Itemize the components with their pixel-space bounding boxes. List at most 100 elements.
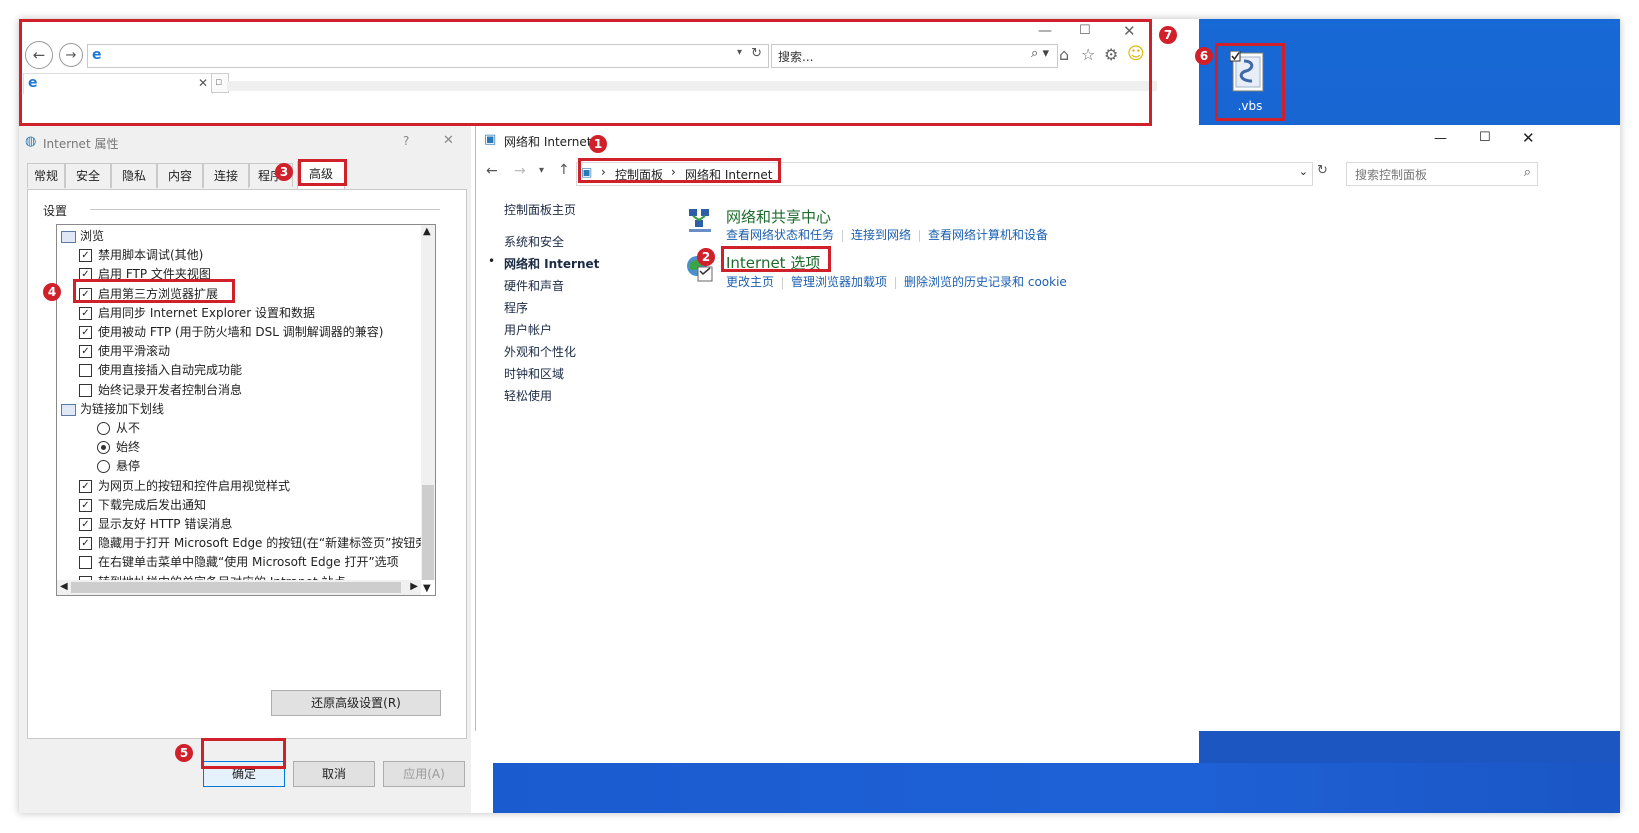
settings-row-label: 启用同步 Internet Explorer 设置和数据 <box>98 305 316 320</box>
sidebar-item[interactable]: 程序 <box>504 299 528 316</box>
dialog-close-button[interactable]: ✕ <box>443 133 454 148</box>
link-manage-addons[interactable]: 管理浏览器加载项 <box>791 275 887 289</box>
breadcrumb[interactable]: ▣ › 控制面板 › 网络和 Internet ⌄ <box>576 162 1313 186</box>
horizontal-scrollbar[interactable]: ◀ ▶ <box>57 580 421 595</box>
sidebar-item[interactable]: 硬件和声音 <box>504 277 564 294</box>
cp-close-icon[interactable]: ✕ <box>1522 129 1535 147</box>
horizontal-scroll-thumb[interactable] <box>71 582 401 593</box>
cp-search-icon[interactable]: ⌕ <box>1524 165 1531 180</box>
minimize-icon[interactable]: — <box>1038 23 1052 39</box>
settings-list[interactable]: 浏览 ✓ 禁用脚本调试(其他) ✓ 启用 FTP 文件夹视图 ✓ 启用第三方浏览器扩展 ✓ 启用… <box>56 224 436 596</box>
checkbox[interactable] <box>79 556 92 570</box>
annotation-badge-2: 2 <box>697 248 715 266</box>
maximize-icon[interactable]: ☐ <box>1079 23 1091 38</box>
cancel-button[interactable]: 取消 <box>293 761 375 787</box>
address-dropdown-icon[interactable]: ▾ <box>737 47 742 58</box>
scroll-down-icon[interactable]: ▼ <box>423 583 431 594</box>
tab-general[interactable]: 常规 <box>27 163 65 188</box>
ie-logo-icon: e <box>92 47 102 63</box>
settings-row-label: 使用直接插入自动完成功能 <box>98 363 243 378</box>
link-connect-network[interactable]: 连接到网络 <box>851 228 911 242</box>
tab-advanced[interactable]: 高级 <box>297 161 345 189</box>
address-bar[interactable]: e ▾ ↻ <box>87 44 769 68</box>
sidebar-item[interactable]: 外观和个性化 <box>504 343 576 360</box>
radio-button[interactable] <box>97 441 110 455</box>
apply-button[interactable]: 应用(A) <box>383 761 465 787</box>
cp-refresh-icon[interactable]: ↻ <box>1317 163 1328 178</box>
favorites-icon[interactable]: ☆ <box>1081 45 1095 64</box>
ie-tab[interactable]: e ✕ <box>23 73 213 94</box>
settings-row-label: 启用第三方浏览器扩展 <box>98 286 219 301</box>
sidebar-item[interactable]: 用户帐户 <box>504 321 552 338</box>
back-button[interactable]: ← <box>25 41 53 69</box>
ok-button[interactable]: 确定 <box>203 761 285 787</box>
sidebar-item[interactable]: 时钟和区域 <box>504 365 564 382</box>
sidebar-item[interactable]: 控制面板主页 <box>504 201 576 218</box>
control-panel-window: ▣ 网络和 Internet — ☐ ✕ ← → ▾ ↑ ▣ › 控制面板 › … <box>475 125 1620 731</box>
checkbox[interactable]: ✓ <box>79 345 92 359</box>
internet-options-title[interactable]: Internet 选项 <box>726 252 820 273</box>
restore-advanced-button[interactable]: 还原高级设置(R) <box>271 690 441 716</box>
ie-search-box[interactable]: 搜索... ⌕ ▾ <box>771 44 1058 68</box>
control-panel-title: 网络和 Internet <box>504 135 592 149</box>
vbs-file-icon[interactable]: .vbs <box>1221 47 1279 117</box>
link-delete-history[interactable]: 删除浏览的历史记录和 cookie <box>904 275 1067 289</box>
breadcrumb-item[interactable]: 控制面板 <box>615 166 663 183</box>
sidebar-item[interactable]: 网络和 Internet <box>504 255 599 272</box>
link-view-network-status[interactable]: 查看网络状态和任务 <box>726 228 834 242</box>
settings-row-label: 从不 <box>116 421 141 435</box>
radio-button[interactable] <box>97 422 110 435</box>
tab-connections[interactable]: 连接 <box>203 163 249 188</box>
breadcrumb-item[interactable]: 网络和 Internet <box>685 166 772 183</box>
scroll-left-icon[interactable]: ◀ <box>60 581 68 592</box>
checkbox[interactable]: ✓ <box>79 326 92 339</box>
checkbox[interactable]: ✓ <box>79 268 92 282</box>
smiley-icon[interactable]: ☺ <box>1127 44 1145 64</box>
link-change-homepage[interactable]: 更改主页 <box>726 275 774 289</box>
sidebar-item[interactable]: 轻松使用 <box>504 387 552 404</box>
radio-button[interactable] <box>97 460 110 474</box>
vertical-scrollbar[interactable]: ▲ ▼ <box>421 225 435 594</box>
ie-search-placeholder: 搜索... <box>778 50 814 64</box>
dialog-help-button[interactable]: ? <box>403 134 409 148</box>
settings-row-label: 隐藏用于打开 Microsoft Edge 的按钮(在“新建标签页”按钮旁) <box>98 536 433 551</box>
forward-button[interactable]: → <box>59 43 83 67</box>
ie-tab-close-icon[interactable]: ✕ <box>198 76 208 90</box>
network-sharing-title[interactable]: 网络和共享中心 <box>726 206 831 227</box>
refresh-icon[interactable]: ↻ <box>751 46 762 61</box>
link-view-network-devices[interactable]: 查看网络计算机和设备 <box>928 228 1048 242</box>
tab-privacy[interactable]: 隐私 <box>111 163 157 188</box>
checkbox[interactable]: ✓ <box>79 479 92 493</box>
cp-search-box[interactable]: 搜索控制面板 ⌕ <box>1346 162 1538 186</box>
breadcrumb-dropdown-icon[interactable]: ⌄ <box>1299 165 1308 178</box>
tab-security[interactable]: 安全 <box>65 163 111 188</box>
vertical-scroll-thumb[interactable] <box>422 485 434 580</box>
ie-search-icon[interactable]: ⌕ ▾ <box>1031 46 1049 61</box>
checkbox[interactable]: ✓ <box>79 249 92 263</box>
cp-back-icon[interactable]: ← <box>486 163 498 179</box>
checkbox[interactable]: ✓ <box>79 287 92 301</box>
checkbox[interactable]: ✓ <box>79 306 92 320</box>
checkbox[interactable] <box>79 364 92 378</box>
tab-content[interactable]: 内容 <box>157 163 203 188</box>
checkbox[interactable]: ✓ <box>79 498 92 512</box>
sidebar-item[interactable]: 系统和安全 <box>504 233 564 250</box>
close-icon[interactable]: ✕ <box>1123 22 1136 40</box>
checkbox[interactable] <box>79 383 92 397</box>
breadcrumb-sep-icon: › <box>601 165 606 179</box>
checkbox[interactable]: ✓ <box>79 518 92 531</box>
gear-icon[interactable]: ⚙ <box>1104 45 1118 64</box>
cp-up-icon[interactable]: ↑ <box>558 162 570 178</box>
cp-maximize-icon[interactable]: ☐ <box>1479 130 1491 145</box>
settings-row-label: 浏览 <box>80 229 105 243</box>
dialog-title: Internet 属性 <box>43 137 119 151</box>
home-icon[interactable]: ⌂ <box>1059 45 1069 64</box>
cp-recent-icon[interactable]: ▾ <box>539 165 544 176</box>
scroll-up-icon[interactable]: ▲ <box>423 226 431 237</box>
cp-minimize-icon[interactable]: — <box>1434 131 1447 146</box>
checkbox[interactable]: ✓ <box>79 537 92 551</box>
tab-label: 连接 <box>213 169 238 183</box>
annotation-badge-6: 6 <box>1195 47 1213 65</box>
cp-forward-icon[interactable]: → <box>514 163 526 179</box>
scroll-right-icon[interactable]: ▶ <box>410 581 418 592</box>
